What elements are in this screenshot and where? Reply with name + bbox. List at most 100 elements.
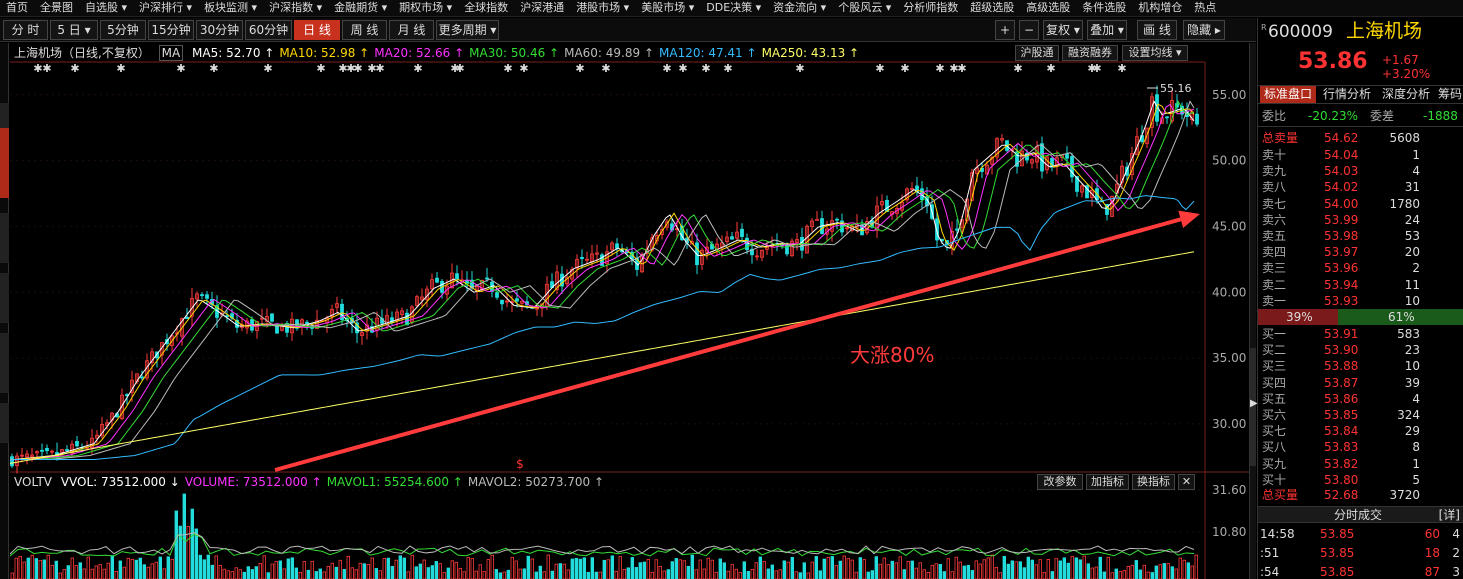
event-marker-icon[interactable]: ✱ <box>795 62 804 75</box>
event-marker-icon[interactable]: ✱ <box>33 62 42 75</box>
buy-price[interactable]: 53.91 <box>1324 326 1358 342</box>
buy-level-label: 买四 <box>1262 375 1287 390</box>
buy-price[interactable]: 53.84 <box>1324 423 1358 439</box>
chart-scrollbar[interactable]: ▶ <box>1249 43 1258 579</box>
event-marker-icon[interactable]: ✱ <box>678 62 687 75</box>
candle-body <box>405 312 409 326</box>
volume-bar <box>1090 567 1094 579</box>
event-marker-icon[interactable]: ✱ <box>662 62 671 75</box>
event-marker-icon[interactable]: ✱ <box>209 62 218 75</box>
kline-chart[interactable]: 55.00 50.00 45.00 40.00 35.00 30.00 ✱ ✱ ✱ ✱ ✱ ✱ ✱ ✱ ✱ ✱… <box>0 0 1256 579</box>
sell-price[interactable]: 54.02 <box>1324 179 1358 195</box>
event-marker-icon[interactable]: ✱ <box>70 62 79 75</box>
volume-bar <box>726 570 730 579</box>
event-marker-icon[interactable]: ✱ <box>375 62 384 75</box>
sell-price[interactable]: 53.97 <box>1324 244 1358 260</box>
volume-button-1[interactable]: 加指标 <box>1086 474 1129 490</box>
quote-tab-2[interactable]: 深度分析 <box>1378 86 1434 103</box>
quote-tab-0[interactable]: 标准盘口 <box>1260 86 1316 103</box>
volume-bar <box>106 562 110 579</box>
sell-row: 卖八 54.02 31 <box>1258 179 1463 195</box>
volume-bar <box>762 561 766 579</box>
volume-bar <box>866 571 870 579</box>
volume-bar <box>758 556 762 579</box>
event-marker-icon[interactable]: ✱ <box>875 62 884 75</box>
event-marker-icon[interactable]: ✱ <box>1092 62 1101 75</box>
volume-bar <box>426 567 430 579</box>
price-change-pct: +3.20% <box>1382 67 1431 81</box>
sell-level-label: 卖七 <box>1262 196 1287 211</box>
event-marker-icon[interactable]: ✱ <box>413 62 422 75</box>
volume-bar <box>1146 571 1150 579</box>
candle-body <box>885 199 889 212</box>
sell-level-label: 卖八 <box>1262 180 1287 195</box>
buy-price[interactable]: 53.88 <box>1324 358 1358 374</box>
event-marker-icon[interactable]: ✱ <box>1013 62 1022 75</box>
volume-bar <box>1154 565 1158 579</box>
tick-price: 53.85 <box>1320 527 1355 541</box>
ticks-detail-link[interactable]: [详] <box>1439 507 1460 523</box>
sell-price[interactable]: 54.04 <box>1324 147 1358 163</box>
sell-price[interactable]: 53.99 <box>1324 212 1358 228</box>
event-marker-icon[interactable]: ✱ <box>116 62 125 75</box>
sell-price[interactable]: 53.98 <box>1324 228 1358 244</box>
event-marker-icon[interactable]: ✱ <box>957 62 966 75</box>
volume-bar <box>366 564 370 579</box>
event-marker-icon[interactable]: ✱ <box>575 62 584 75</box>
volume-bar <box>694 569 698 579</box>
buy-price[interactable]: 53.86 <box>1324 391 1358 407</box>
sell-price[interactable]: 53.94 <box>1324 277 1358 293</box>
sell-row: 卖十 54.04 1 <box>1258 147 1463 163</box>
volume-bar <box>942 571 946 579</box>
quote-tab-1[interactable]: 行情分析 <box>1318 86 1376 103</box>
volume-bar <box>234 567 238 579</box>
volume-bar <box>710 559 714 579</box>
volume-bar <box>94 565 98 579</box>
buy-price[interactable]: 53.80 <box>1324 472 1358 488</box>
quote-tab-3[interactable]: 筹码 <box>1436 86 1463 103</box>
event-marker-icon[interactable]: ✱ <box>723 62 732 75</box>
event-marker-icon[interactable]: ✱ <box>316 62 325 75</box>
event-marker-icon[interactable]: ✱ <box>353 62 362 75</box>
volume-indicator-name[interactable]: VOLTV <box>14 475 52 489</box>
event-marker-icon[interactable]: ✱ <box>1117 62 1126 75</box>
event-marker-icon[interactable]: ✱ <box>519 62 528 75</box>
sell-price[interactable]: 54.03 <box>1324 163 1358 179</box>
price-axis-label: 30.00 <box>1212 417 1246 431</box>
event-marker-icon[interactable]: ✱ <box>455 62 464 75</box>
buy-level-label: 买十 <box>1262 472 1287 487</box>
event-marker-icon[interactable]: ✱ <box>176 62 185 75</box>
volume-bar <box>138 557 142 579</box>
event-marker-icon[interactable]: ✱ <box>935 62 944 75</box>
volume-bar <box>770 564 774 579</box>
buy-price[interactable]: 53.82 <box>1324 456 1358 472</box>
volume-bar <box>246 566 250 579</box>
sell-price[interactable]: 54.00 <box>1324 196 1358 212</box>
sell-price[interactable]: 53.96 <box>1324 260 1358 276</box>
event-marker-icon[interactable]: ✱ <box>263 62 272 75</box>
event-marker-icon[interactable]: ✱ <box>503 62 512 75</box>
event-marker-icon[interactable]: ✱ <box>701 62 710 75</box>
volume-axis-label: 31.60 <box>1212 483 1246 497</box>
event-marker-icon[interactable]: ✱ <box>601 62 610 75</box>
sell-price[interactable]: 53.93 <box>1324 293 1358 309</box>
volume-bar <box>70 557 74 579</box>
event-marker-icon[interactable]: ✱ <box>900 62 909 75</box>
volume-button-2[interactable]: 换指标 <box>1132 474 1175 490</box>
total-buy-label: 总买量 <box>1262 488 1299 502</box>
event-marker-icon[interactable]: ✱ <box>1046 62 1055 75</box>
volume-bar <box>450 560 454 579</box>
buy-price[interactable]: 53.87 <box>1324 375 1358 391</box>
volume-bar <box>846 558 850 579</box>
volume-bar <box>1194 554 1198 579</box>
buy-price[interactable]: 53.83 <box>1324 439 1358 455</box>
tick-count: 2 <box>1452 546 1460 560</box>
buy-level-label: 买七 <box>1262 424 1287 439</box>
buy-price[interactable]: 53.90 <box>1324 342 1358 358</box>
buy-volume: 8 <box>1412 440 1420 455</box>
buy-price[interactable]: 53.85 <box>1324 407 1358 423</box>
volume-button-0[interactable]: 改参数 <box>1037 474 1083 490</box>
event-marker-icon[interactable]: ✱ <box>42 62 51 75</box>
sell-level-label: 卖二 <box>1262 277 1287 292</box>
volume-button-3[interactable]: ✕ <box>1178 474 1195 490</box>
